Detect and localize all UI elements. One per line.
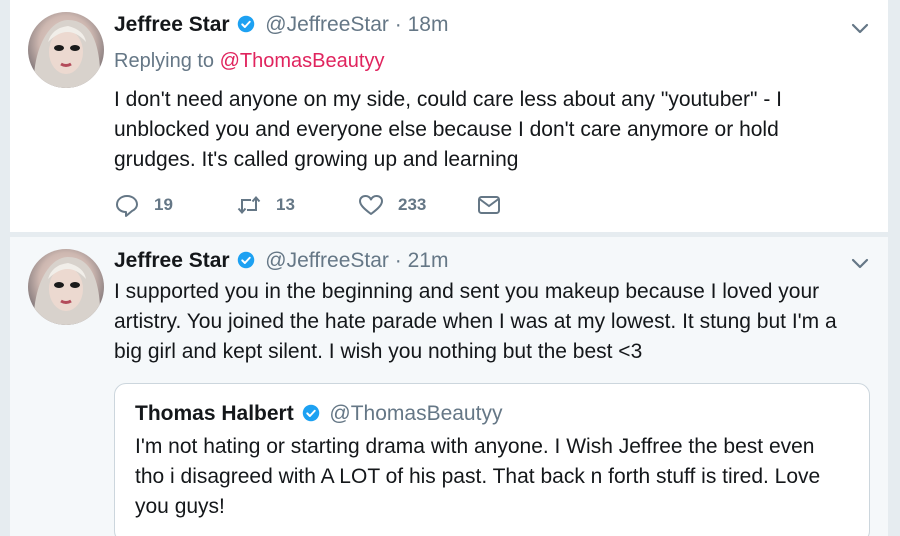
display-name[interactable]: Jeffree Star: [114, 13, 230, 36]
chevron-down-icon[interactable]: [850, 18, 870, 38]
handle[interactable]: @JeffreeStar: [265, 13, 389, 36]
avatar-image: [33, 20, 101, 88]
quoted-tweet-header: Thomas Halbert @ThomasBeautyy: [135, 402, 502, 426]
retweet-count: 13: [276, 195, 295, 214]
chevron-down-icon[interactable]: [850, 253, 870, 273]
reply-icon: [116, 195, 138, 217]
tweet[interactable]: Jeffree Star @JeffreeStar · 21m I suppor…: [10, 237, 888, 536]
tweet-text: I supported you in the beginning and sen…: [114, 277, 837, 367]
tweet[interactable]: Jeffree Star @JeffreeStar · 18m Replying…: [10, 0, 888, 232]
tweet-header: Jeffree Star @JeffreeStar · 18m: [114, 13, 448, 37]
quoted-tweet[interactable]: Thomas Halbert @ThomasBeautyy I'm not ha…: [114, 383, 870, 536]
quoted-text-line: tho i disagreed with A LOT of his past. …: [135, 465, 821, 488]
avatar[interactable]: [28, 249, 104, 325]
quoted-display-name: Thomas Halbert: [135, 402, 294, 425]
avatar-image: [33, 257, 101, 325]
handle[interactable]: @JeffreeStar: [265, 249, 389, 272]
tweet-header: Jeffree Star @JeffreeStar · 21m: [114, 249, 448, 273]
quoted-handle: @ThomasBeautyy: [329, 402, 503, 425]
reply-count: 19: [154, 195, 173, 214]
tweet-actions: 19 13 233: [114, 190, 514, 220]
tweet-text-line: grudges. It's called growing up and lear…: [114, 148, 519, 171]
replying-to: Replying to @ThomasBeautyy: [114, 50, 384, 73]
tweet-text: I don't need anyone on my side, could ca…: [114, 85, 782, 175]
quoted-text-line: you guys!: [135, 495, 225, 518]
direct-message-button[interactable]: [476, 190, 502, 220]
tweet-text-line: I supported you in the beginning and sen…: [114, 280, 820, 303]
display-name[interactable]: Jeffree Star: [114, 249, 230, 272]
tweet-text-line: big girl and kept silent. I wish you not…: [114, 340, 643, 363]
tweet-text-line: I don't need anyone on my side, could ca…: [114, 88, 782, 111]
separator: ·: [394, 13, 402, 36]
quoted-text-line: I'm not hating or starting drama with an…: [135, 435, 815, 458]
replying-to-link[interactable]: @ThomasBeautyy: [220, 50, 385, 72]
verified-badge-icon: [238, 251, 255, 269]
timestamp[interactable]: 18m: [408, 13, 449, 36]
tweet-text-line: artistry. You joined the hate parade whe…: [114, 310, 837, 333]
timestamp[interactable]: 21m: [408, 249, 449, 272]
verified-badge-icon: [302, 404, 319, 422]
reply-button[interactable]: 19: [114, 190, 173, 220]
retweet-button[interactable]: 13: [236, 190, 295, 220]
heart-icon: [359, 195, 383, 215]
timeline: Jeffree Star @JeffreeStar · 18m Replying…: [0, 0, 900, 536]
envelope-icon: [478, 196, 500, 214]
replying-prefix: Replying to: [114, 50, 215, 72]
tweet-text-line: unblocked you and everyone else because …: [114, 118, 779, 141]
like-count: 233: [398, 195, 427, 214]
separator: ·: [394, 249, 402, 272]
verified-badge-icon: [238, 15, 255, 33]
retweet-icon: [237, 195, 261, 215]
like-button[interactable]: 233: [358, 190, 426, 220]
quoted-tweet-text: I'm not hating or starting drama with an…: [135, 432, 820, 522]
avatar[interactable]: [28, 12, 104, 88]
